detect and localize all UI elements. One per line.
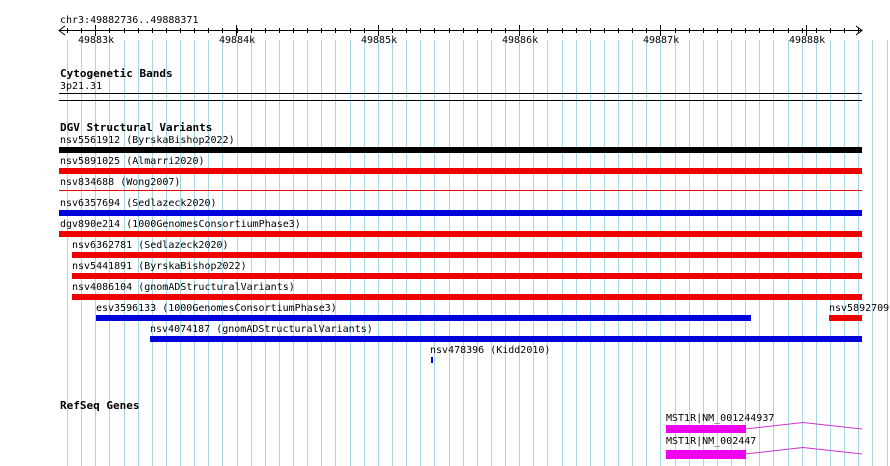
- dgv-track-title: DGV Structural Variants: [60, 121, 213, 134]
- cytoband-bottom-line: [59, 100, 862, 101]
- variant-label[interactable]: nsv478396 (Kidd2010): [430, 345, 550, 357]
- refseq-track-title: RefSeq Genes: [60, 399, 140, 412]
- gene-label[interactable]: MST1R|NM_002447: [666, 436, 756, 448]
- gene-exon[interactable]: [666, 425, 746, 433]
- variant-label[interactable]: nsv6362781 (Sedlazeck2020): [72, 240, 229, 252]
- variant-label[interactable]: nsv834688 (Wong2007): [60, 177, 180, 189]
- ruler-tick-label: 49886k: [502, 35, 539, 46]
- location-label: chr3:49882736..49888371: [60, 15, 199, 26]
- ruler-tick-label: 49883k: [78, 35, 115, 46]
- variant-bar[interactable]: [150, 336, 862, 342]
- variant-bar[interactable]: [431, 357, 433, 363]
- variant-bar[interactable]: [59, 210, 862, 216]
- variant-bar[interactable]: [96, 315, 751, 321]
- variant-bar[interactable]: [72, 294, 862, 300]
- cytoband-top-line: [59, 93, 862, 94]
- gene-exon[interactable]: [666, 450, 746, 459]
- ruler-tick-label: 49885k: [361, 35, 398, 46]
- variant-bar[interactable]: [829, 315, 862, 321]
- variant-label[interactable]: nsv5441891 (ByrskaBishop2022): [72, 261, 247, 273]
- variant-label[interactable]: esv3596133 (1000GenomesConsortiumPhase3): [96, 303, 337, 315]
- variant-label[interactable]: nsv5892709: [829, 303, 889, 315]
- gene-intron[interactable]: [745, 446, 865, 462]
- variant-label[interactable]: nsv5891025 (Almarri2020): [60, 156, 205, 168]
- variant-bar[interactable]: [59, 231, 862, 237]
- ruler-tick-label: 49887k: [643, 35, 680, 46]
- variant-label[interactable]: nsv4074187 (gnomADStructuralVariants): [150, 324, 373, 336]
- cytoband-track-title: Cytogenetic Bands: [60, 67, 173, 80]
- variant-label[interactable]: nsv6357694 (Sedlazeck2020): [60, 198, 217, 210]
- variant-label[interactable]: nsv5561912 (ByrskaBishop2022): [60, 135, 235, 147]
- gene-intron[interactable]: [745, 421, 865, 437]
- cytoband-label: 3p21.31: [60, 81, 103, 92]
- variant-bar[interactable]: [59, 190, 862, 191]
- variant-label[interactable]: nsv4086104 (gnomADStructuralVariants): [72, 282, 295, 294]
- variant-bar[interactable]: [72, 273, 862, 279]
- variant-bar[interactable]: [72, 252, 862, 258]
- ruler-tick-label: 49884k: [219, 35, 256, 46]
- variant-bar[interactable]: [59, 168, 862, 174]
- variant-label[interactable]: dgv890e214 (1000GenomesConsortiumPhase3): [60, 219, 301, 231]
- variant-bar[interactable]: [59, 147, 862, 153]
- ruler-tick-label: 49888k: [789, 35, 826, 46]
- track-panel[interactable]: chr3:49882736..49888371 49883k 49884k 49…: [0, 0, 890, 466]
